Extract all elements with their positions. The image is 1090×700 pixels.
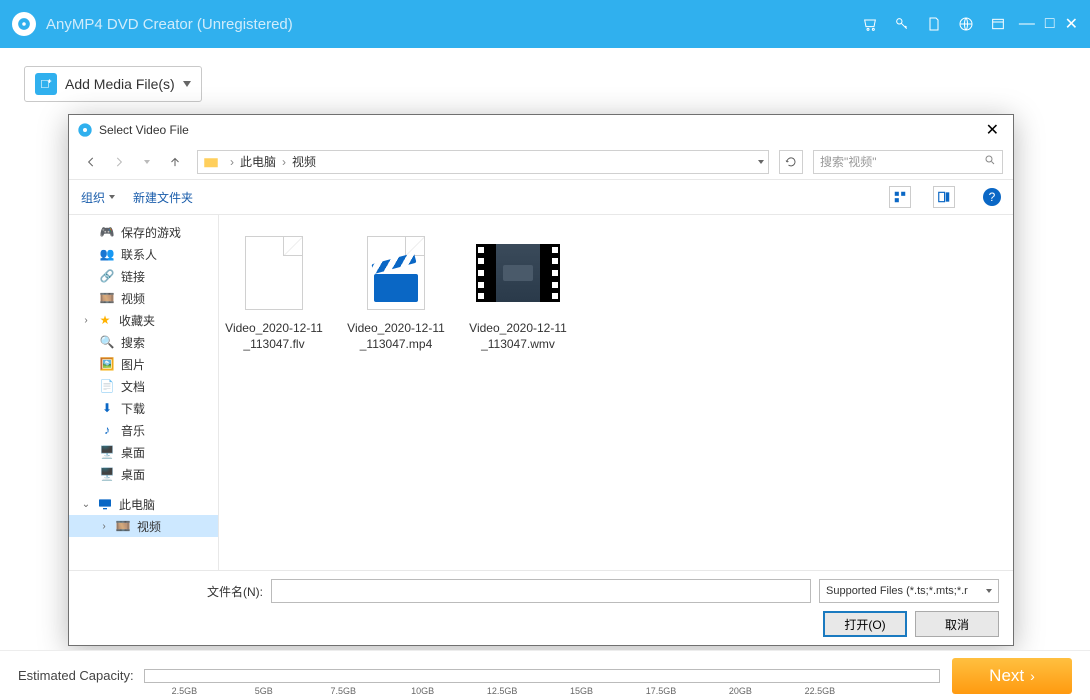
preview-pane-button[interactable] <box>933 186 955 208</box>
sidebar-item-search[interactable]: 🔍搜索 <box>69 331 218 353</box>
search-placeholder: 搜索"视频" <box>820 153 877 170</box>
menu-icon[interactable] <box>987 13 1009 35</box>
video-thumbnail-icon <box>476 244 560 302</box>
filename-label: 文件名(N): <box>203 583 263 600</box>
cancel-button[interactable]: 取消 <box>915 611 999 637</box>
file-item-wmv[interactable]: Video_2020-12-11_113047.wmv <box>463 231 573 352</box>
address-bar[interactable]: › 此电脑 › 视频 <box>197 150 769 174</box>
add-media-label: Add Media File(s) <box>65 76 175 92</box>
dialog-app-icon <box>77 122 93 138</box>
add-media-button[interactable]: Add Media File(s) <box>24 66 202 102</box>
refresh-button[interactable] <box>779 150 803 174</box>
dialog-nav: › 此电脑 › 视频 搜索"视频" <box>69 145 1013 179</box>
up-button[interactable] <box>163 150 187 174</box>
dialog-footer: 文件名(N): Supported Files (*.ts;*.mts;*.r … <box>69 570 1013 645</box>
forward-button[interactable] <box>107 150 131 174</box>
search-icon <box>984 154 996 169</box>
view-mode-button[interactable] <box>889 186 911 208</box>
main-toolbar: Add Media File(s) <box>0 48 1090 102</box>
app-title: AnyMP4 DVD Creator (Unregistered) <box>46 16 293 33</box>
folder-icon <box>202 153 220 171</box>
new-folder-button[interactable]: 新建文件夹 <box>133 189 193 206</box>
address-dropdown-icon[interactable] <box>758 160 764 164</box>
sidebar-item-links[interactable]: 🔗链接 <box>69 265 218 287</box>
minimize-icon[interactable]: — <box>1019 15 1035 33</box>
filetype-filter[interactable]: Supported Files (*.ts;*.mts;*.r <box>819 579 999 603</box>
chevron-down-icon <box>183 81 191 87</box>
file-item-mp4[interactable]: Video_2020-12-11_113047.mp4 <box>341 231 451 352</box>
dialog-sidebar: 🎮保存的游戏 👥联系人 🔗链接 🎞️视频 ›★收藏夹 🔍搜索 🖼️图片 📄文档 … <box>69 215 219 570</box>
next-button[interactable]: Next› <box>952 658 1072 694</box>
file-dialog: Select Video File ✕ › 此电脑 › 视频 搜索"视频" 组织… <box>68 114 1014 646</box>
video-file-icon <box>367 236 425 310</box>
help-icon[interactable]: ? <box>983 188 1001 206</box>
back-button[interactable] <box>79 150 103 174</box>
file-name: Video_2020-12-11_113047.flv <box>219 321 329 352</box>
file-icon[interactable] <box>923 13 945 35</box>
sidebar-item-downloads[interactable]: ⬇下载 <box>69 397 218 419</box>
capacity-track: 2.5GB 5GB 7.5GB 10GB 12.5GB 15GB 17.5GB … <box>144 669 940 683</box>
dialog-title-bar: Select Video File ✕ <box>69 115 1013 145</box>
sidebar-item-documents[interactable]: 📄文档 <box>69 375 218 397</box>
bottom-bar: Estimated Capacity: 2.5GB 5GB 7.5GB 10GB… <box>0 650 1090 700</box>
capacity-label: Estimated Capacity: <box>18 668 134 683</box>
sidebar-item-favorites[interactable]: ›★收藏夹 <box>69 309 218 331</box>
sidebar-item-saved-games[interactable]: 🎮保存的游戏 <box>69 221 218 243</box>
organize-menu[interactable]: 组织 <box>81 189 115 206</box>
dialog-close-icon[interactable]: ✕ <box>980 118 1005 142</box>
sidebar-item-desktop2[interactable]: 🖥️桌面 <box>69 463 218 485</box>
dialog-toolbar: 组织 新建文件夹 ? <box>69 179 1013 215</box>
file-name: Video_2020-12-11_113047.wmv <box>463 321 573 352</box>
sidebar-item-music[interactable]: ♪音乐 <box>69 419 218 441</box>
dialog-title: Select Video File <box>99 123 189 137</box>
arrow-right-icon: › <box>1030 668 1035 684</box>
dialog-body: 🎮保存的游戏 👥联系人 🔗链接 🎞️视频 ›★收藏夹 🔍搜索 🖼️图片 📄文档 … <box>69 215 1013 570</box>
sidebar-item-videos[interactable]: 🎞️视频 <box>69 287 218 309</box>
sidebar-item-desktop[interactable]: 🖥️桌面 <box>69 441 218 463</box>
key-icon[interactable] <box>891 13 913 35</box>
sidebar-item-pc-videos[interactable]: ›🎞️视频 <box>69 515 218 537</box>
filename-input[interactable] <box>271 579 811 603</box>
title-bar: AnyMP4 DVD Creator (Unregistered) — □ ✕ <box>0 0 1090 48</box>
sidebar-item-pictures[interactable]: 🖼️图片 <box>69 353 218 375</box>
globe-icon[interactable] <box>955 13 977 35</box>
maximize-icon[interactable]: □ <box>1045 15 1055 33</box>
breadcrumb-folder[interactable]: 视频 <box>292 153 316 170</box>
file-list[interactable]: Video_2020-12-11_113047.flv Video_2020-1… <box>219 215 1013 570</box>
app-logo-icon <box>12 12 36 36</box>
sidebar-item-contacts[interactable]: 👥联系人 <box>69 243 218 265</box>
close-icon[interactable]: ✕ <box>1065 14 1078 34</box>
recent-dropdown[interactable] <box>135 150 159 174</box>
add-media-icon <box>35 73 57 95</box>
sidebar-item-this-pc[interactable]: ⌄此电脑 <box>69 493 218 515</box>
open-button[interactable]: 打开(O) <box>823 611 907 637</box>
file-name: Video_2020-12-11_113047.mp4 <box>341 321 451 352</box>
breadcrumb-root[interactable]: 此电脑 <box>240 153 276 170</box>
generic-file-icon <box>245 236 303 310</box>
search-input[interactable]: 搜索"视频" <box>813 150 1003 174</box>
cart-icon[interactable] <box>859 13 881 35</box>
file-item-flv[interactable]: Video_2020-12-11_113047.flv <box>219 231 329 352</box>
